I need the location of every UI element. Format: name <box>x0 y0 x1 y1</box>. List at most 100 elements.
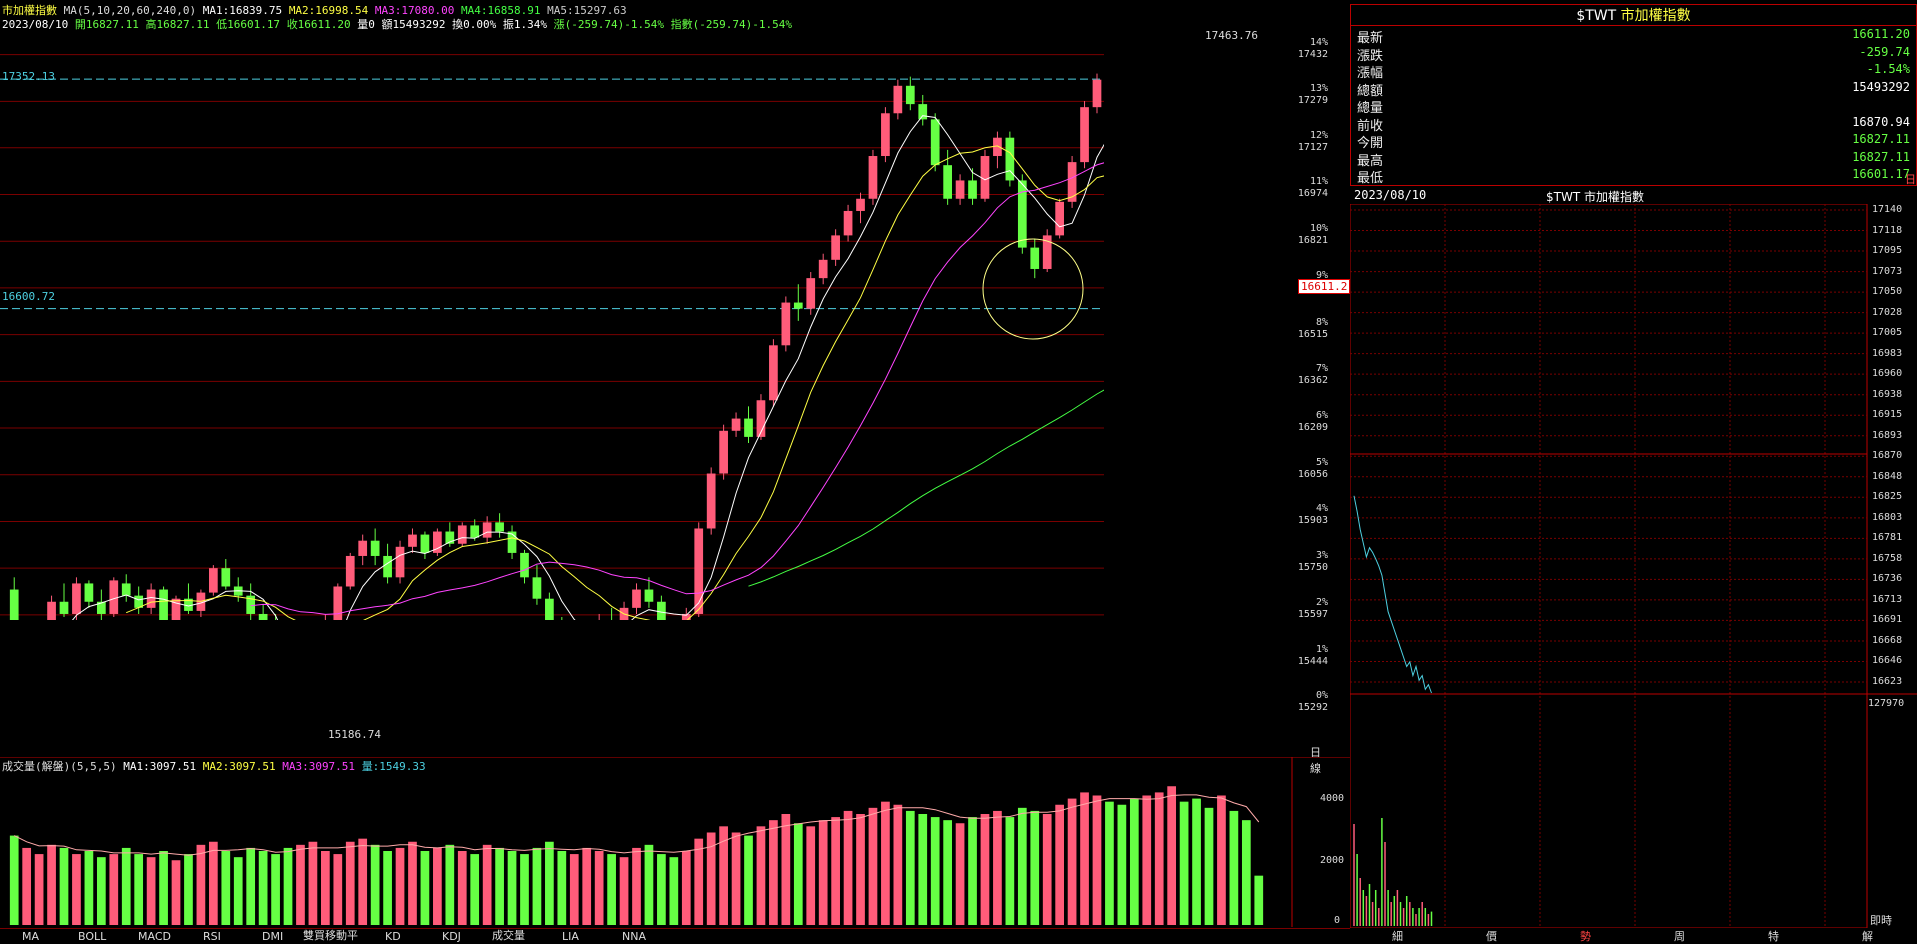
pct-tick: 3% <box>1315 550 1328 562</box>
intraday-tick: 16668 <box>1872 634 1903 646</box>
quote-name: 市加權指數 <box>1620 8 1691 24</box>
candle-body <box>495 522 504 532</box>
last-price-value: 16611.2 <box>1301 280 1348 293</box>
tab-macd[interactable]: MACD <box>138 930 171 943</box>
volume-bar <box>980 814 990 925</box>
volume-bar <box>258 851 268 925</box>
intraday-panel[interactable]: 17140 17118 17095 17073 17050 17028 17005 16983… <box>1350 204 1917 928</box>
tab-ma[interactable]: MA <box>22 930 39 943</box>
candle-body <box>109 580 119 614</box>
tab-volume[interactable]: 成交量 <box>492 927 525 943</box>
quote-row: 最新 16611.20 <box>1351 27 1916 46</box>
candle-body <box>793 302 803 309</box>
candle-body <box>868 156 878 199</box>
volume-bar <box>134 854 144 925</box>
volume-bar <box>109 854 119 925</box>
intraday-chart[interactable] <box>1350 204 1917 928</box>
tab-nna[interactable]: NNA <box>622 930 646 943</box>
tab-kd[interactable]: KD <box>385 930 401 943</box>
candlestick-chart[interactable]: 2023030405060708 <box>0 0 1104 620</box>
tab-boll[interactable]: BOLL <box>78 930 106 943</box>
volume-bar <box>383 851 392 925</box>
candle-body <box>370 540 380 556</box>
volume-bar <box>607 854 616 925</box>
volume-bar <box>1241 820 1251 925</box>
volume-bar <box>395 847 405 925</box>
candle-body <box>9 589 19 620</box>
volume-bar <box>657 854 666 925</box>
main-chart-panel[interactable]: 市加權指數 MA(5,10,20,60,240,0) MA1:16839.75 … <box>0 0 1321 775</box>
volume-bar <box>520 854 529 925</box>
tab-lia[interactable]: LIA <box>562 930 579 943</box>
volume-bars[interactable] <box>0 757 1350 927</box>
candle-body <box>47 601 56 620</box>
volume-bar <box>1067 798 1077 925</box>
volume-bar <box>333 854 343 925</box>
tab-rsi[interactable]: RSI <box>203 930 221 943</box>
intraday-tick: 16623 <box>1872 676 1903 687</box>
candle-body <box>918 104 928 120</box>
intraday-title: $TWT 市加權指數 <box>1546 190 1644 204</box>
volume-bar <box>495 847 504 925</box>
side-mark[interactable]: 日 <box>1905 171 1916 187</box>
intraday-tick: 17073 <box>1872 265 1903 277</box>
volume-bar <box>59 847 69 925</box>
volume-bar <box>843 810 853 925</box>
candle-body <box>545 598 554 620</box>
volume-bar <box>1129 798 1139 925</box>
volume-bar <box>308 841 318 925</box>
candle-body <box>818 259 828 279</box>
quote-row: 最低 16601.17 <box>1351 167 1916 186</box>
candle-body <box>806 278 816 309</box>
volume-bar <box>96 857 106 925</box>
volume-bar <box>569 854 579 925</box>
volume-bar <box>968 817 977 925</box>
tab-moving-avg[interactable]: 雙買移動平 <box>303 927 358 943</box>
quote-row: 今開 16827.11 <box>1351 132 1916 151</box>
quote-key: 最新 <box>1357 31 1384 46</box>
volume-bar <box>184 854 193 925</box>
candle-body <box>333 586 343 620</box>
volume-panel[interactable]: 成交量(解盤)(5,5,5) MA1:3097.51 MA2:3097.51 M… <box>0 757 1350 927</box>
volume-bar <box>881 801 890 925</box>
pct-tick: 1% <box>1315 643 1328 655</box>
candle-body <box>644 589 654 602</box>
pct-tick: 8% <box>1315 316 1328 328</box>
intraday-tick: 16781 <box>1872 532 1903 544</box>
volume-bar <box>507 851 517 925</box>
volume-bar <box>993 810 1002 925</box>
candle-body <box>731 418 741 431</box>
candle-body <box>208 568 218 593</box>
volume-bar <box>1092 795 1102 925</box>
volume-bar <box>930 817 940 925</box>
volume-bar <box>345 841 355 925</box>
candle-body <box>955 180 965 199</box>
volume-bar <box>793 823 803 925</box>
volume-bar <box>34 854 44 925</box>
volume-bar <box>358 838 368 925</box>
volume-bar <box>831 817 840 925</box>
volume-bar <box>72 854 81 925</box>
volume-bar <box>1055 804 1065 925</box>
candle-body <box>781 302 791 346</box>
volume-bar <box>806 826 816 925</box>
last-price-tag: 16611.2 <box>1298 279 1351 294</box>
price-tick: 16209 <box>1297 422 1328 434</box>
ma2-line <box>126 145 1104 620</box>
candle-body <box>408 534 417 547</box>
volume-bar <box>159 851 168 925</box>
tab-kdj[interactable]: KDJ <box>442 930 461 943</box>
volume-bar <box>47 844 56 925</box>
volume-bar <box>856 814 865 925</box>
tab-dmi[interactable]: DMI <box>262 930 283 943</box>
quote-value: -1.54% <box>1866 62 1910 76</box>
price-tick: 17127 <box>1297 141 1328 153</box>
volume-bar <box>644 844 654 925</box>
price-tick: 15444 <box>1297 655 1328 667</box>
price-tick: 17279 <box>1297 95 1328 107</box>
volume-bar <box>445 844 455 925</box>
volume-bar <box>532 847 542 925</box>
candle-body <box>843 210 853 236</box>
candle-body <box>507 531 517 553</box>
intraday-tick: 16758 <box>1872 552 1903 564</box>
